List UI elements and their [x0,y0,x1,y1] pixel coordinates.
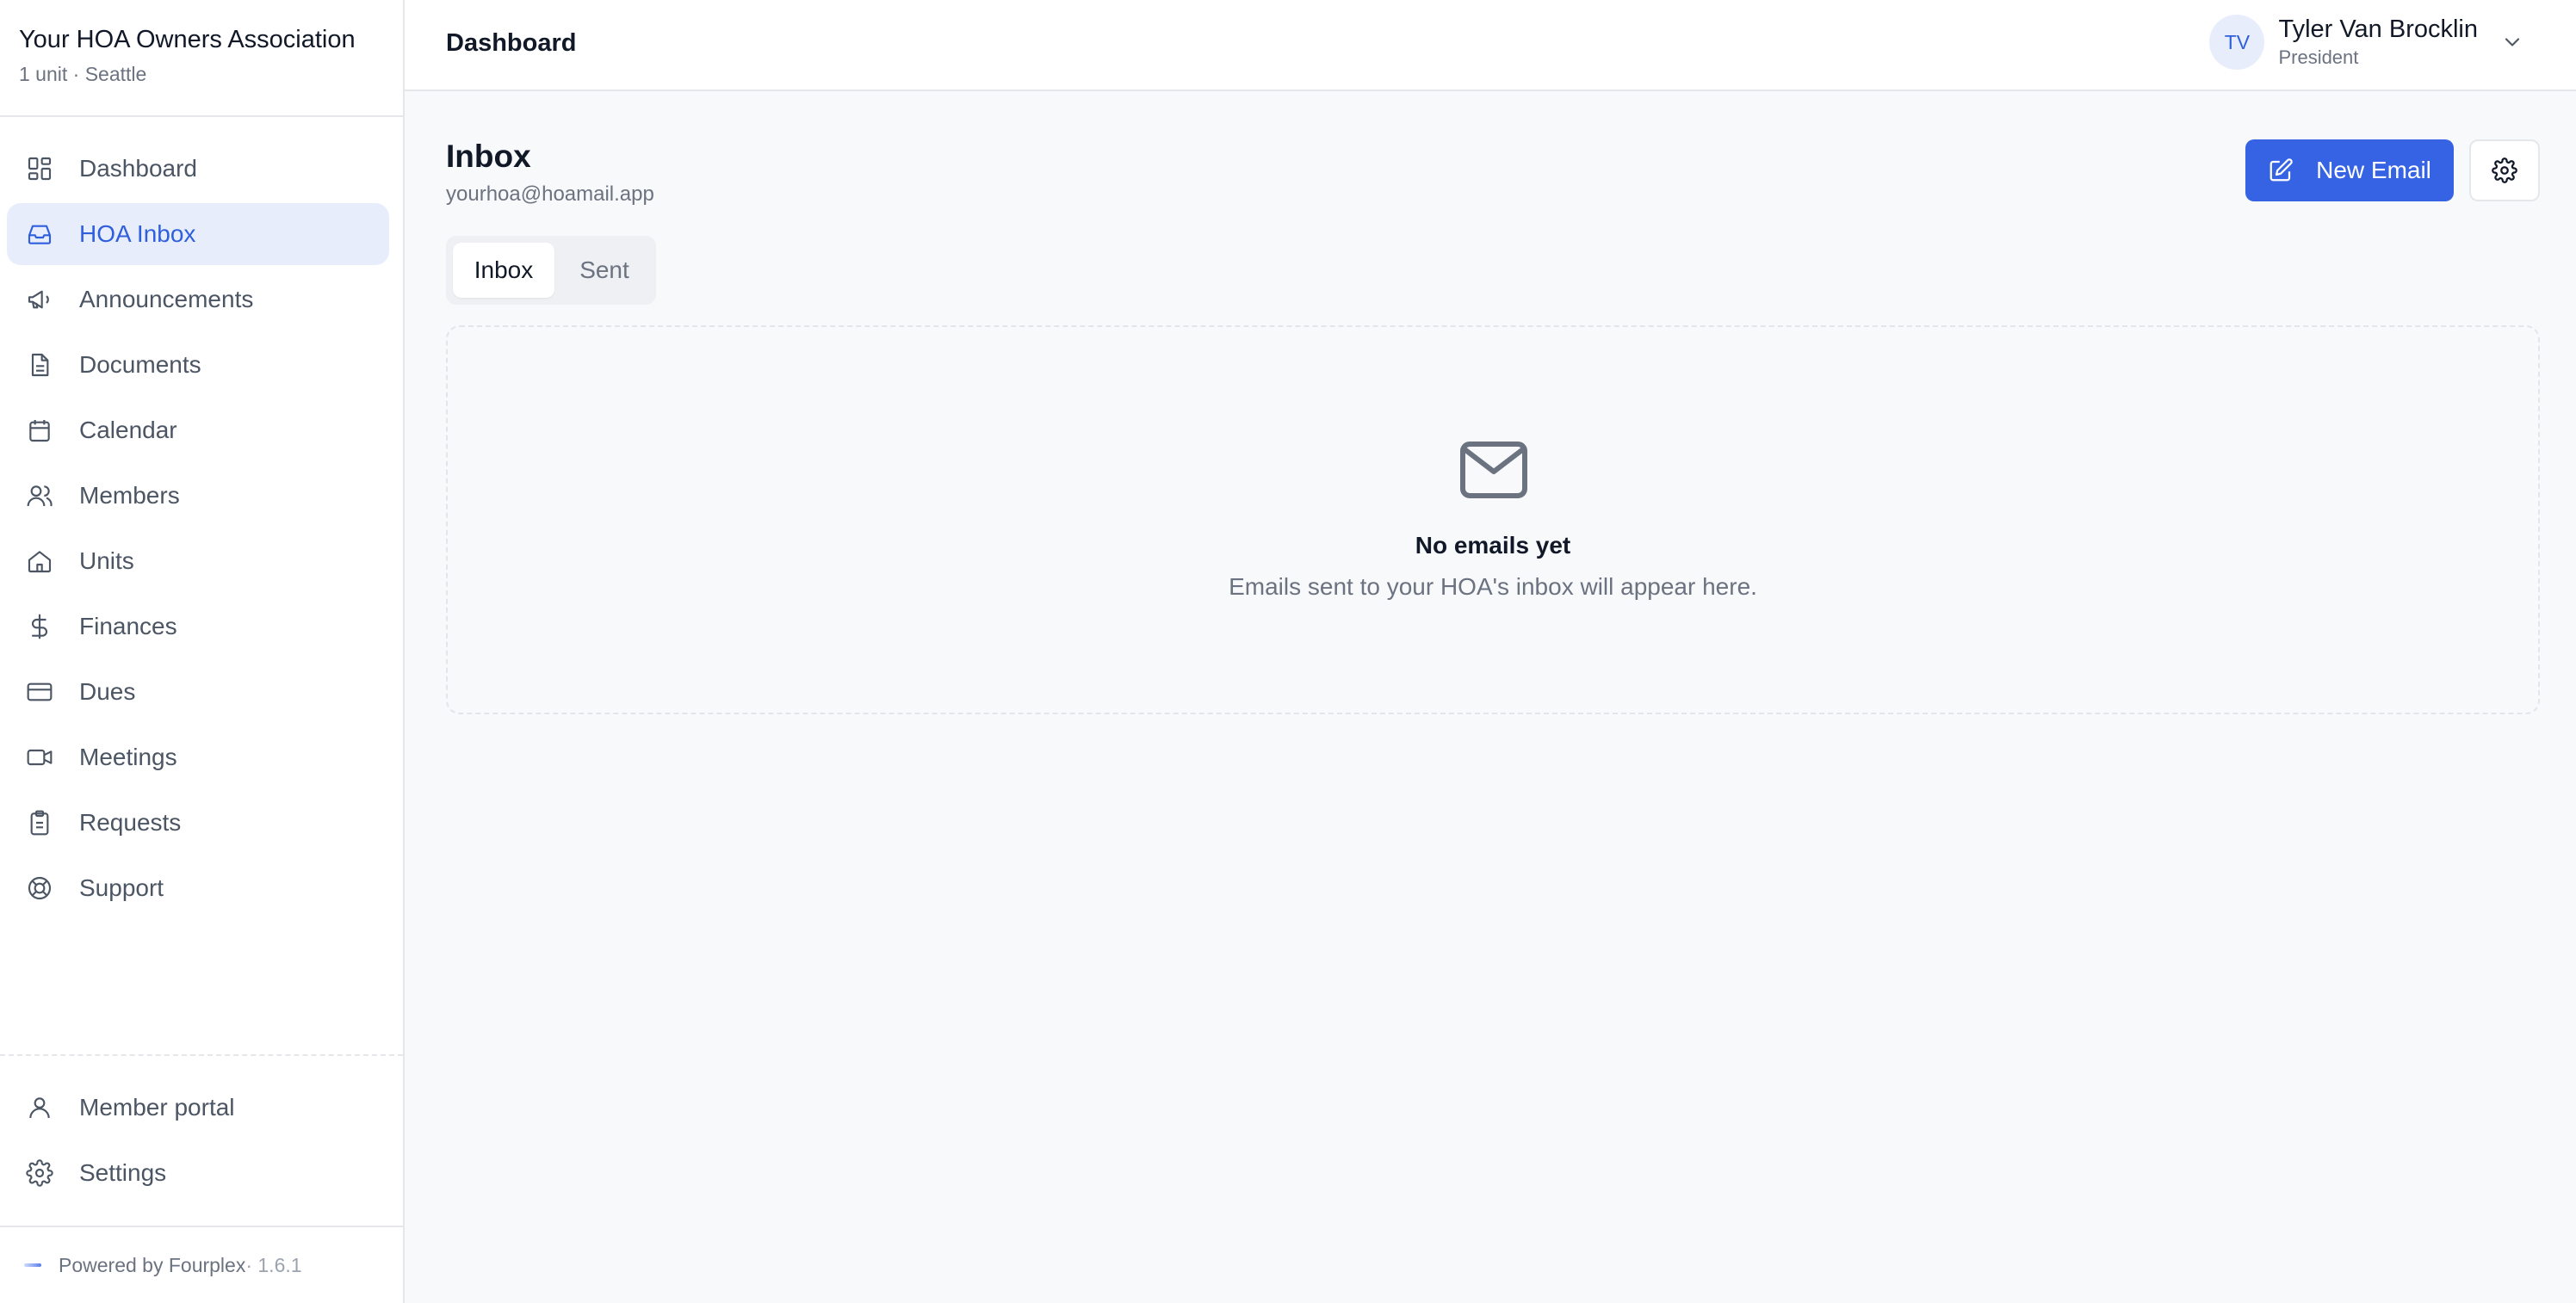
user-name: Tyler Van Brocklin [2278,15,2478,43]
sidebar-item-announcements[interactable]: Announcements [7,269,389,330]
avatar: TV [2209,15,2265,70]
home-icon [26,547,53,575]
megaphone-icon [26,286,53,313]
version-text: · 1.6.1 [245,1253,302,1276]
inbox-email-address: yourhoa@hoamail.app [446,182,654,206]
page-title: Inbox [446,139,531,174]
sidebar-item-label: Member portal [79,1094,235,1121]
org-subtitle: 1 unit · Seattle [19,63,147,85]
sidebar-item-units[interactable]: Units [7,530,389,592]
members-icon [26,482,53,509]
tab-sent[interactable]: Sent [560,243,649,298]
sidebar-item-label: Units [79,547,134,574]
lifebuoy-icon [26,874,53,902]
new-email-button[interactable]: New Email [2245,139,2454,201]
tab-inbox[interactable]: Inbox [453,243,554,298]
user-info: Tyler Van Brocklin President [2278,14,2478,71]
empty-state-description: Emails sent to your HOA's inbox will app… [1229,573,1757,600]
sidebar-divider [0,1054,403,1056]
sidebar-item-label: Meetings [79,744,177,770]
sidebar-item-label: Members [79,482,180,509]
calendar-icon [26,417,53,444]
sidebar-item-label: Dues [79,678,136,705]
sidebar-item-label: Settings [79,1159,167,1186]
user-icon [26,1094,53,1121]
dashboard-icon [26,155,53,182]
sidebar-item-label: Support [79,874,164,901]
sidebar-item-member-portal[interactable]: Member portal [7,1077,389,1139]
inbox-settings-button[interactable] [2469,139,2540,201]
chevron-down-icon [2505,38,2520,46]
user-role: President [2278,46,2359,68]
sidebar-item-calendar[interactable]: Calendar [7,399,389,461]
video-icon [26,744,53,771]
org-name: Your HOA Owners Association [19,26,356,53]
sidebar-item-support[interactable]: Support [7,857,389,919]
mail-icon [1460,442,1527,498]
user-menu[interactable]: TV Tyler Van Brocklin President [2209,14,2524,71]
sidebar-item-dashboard[interactable]: Dashboard [7,138,389,200]
fourplex-logo-icon [24,1263,41,1267]
gear-icon [26,1159,53,1187]
gear-icon [2492,157,2517,183]
dollar-icon [26,613,53,640]
empty-state-title: No emails yet [1415,532,1571,559]
document-icon [26,351,53,379]
empty-state: No emails yet Emails sent to your HOA's … [446,325,2540,714]
topbar: Dashboard TV Tyler Van Brocklin Presiden… [405,0,2576,91]
org-header: Your HOA Owners Association 1 unit · Sea… [0,0,403,117]
sidebar-item-settings[interactable]: Settings [7,1142,389,1204]
new-email-label: New Email [2316,157,2431,183]
powered-by-text: Powered by Fourplex [59,1253,246,1276]
breadcrumb: Dashboard [446,29,577,57]
sidebar-item-label: Dashboard [79,155,197,182]
sidebar-item-members[interactable]: Members [7,465,389,527]
sidebar-item-finances[interactable]: Finances [7,596,389,658]
mailbox-tabs: Inbox Sent [446,236,656,305]
clipboard-icon [26,809,53,837]
sidebar-footer: Powered by Fourplex · 1.6.1 [0,1226,403,1303]
sidebar-item-meetings[interactable]: Meetings [7,726,389,788]
sidebar-item-label: HOA Inbox [79,220,196,247]
sidebar-item-documents[interactable]: Documents [7,334,389,396]
sidebar-item-dues[interactable]: Dues [7,661,389,723]
sidebar: Your HOA Owners Association 1 unit · Sea… [0,0,405,1303]
credit-card-icon [26,678,53,706]
sidebar-item-requests[interactable]: Requests [7,792,389,854]
sidebar-item-label: Calendar [79,417,177,443]
sidebar-item-label: Documents [79,351,201,378]
inbox-icon [26,220,53,248]
sidebar-item-label: Requests [79,809,182,836]
sidebar-item-label: Finances [79,613,177,639]
sidebar-item-label: Announcements [79,286,254,312]
compose-icon [2269,158,2293,182]
sidebar-item-hoa-inbox[interactable]: HOA Inbox [7,203,389,265]
